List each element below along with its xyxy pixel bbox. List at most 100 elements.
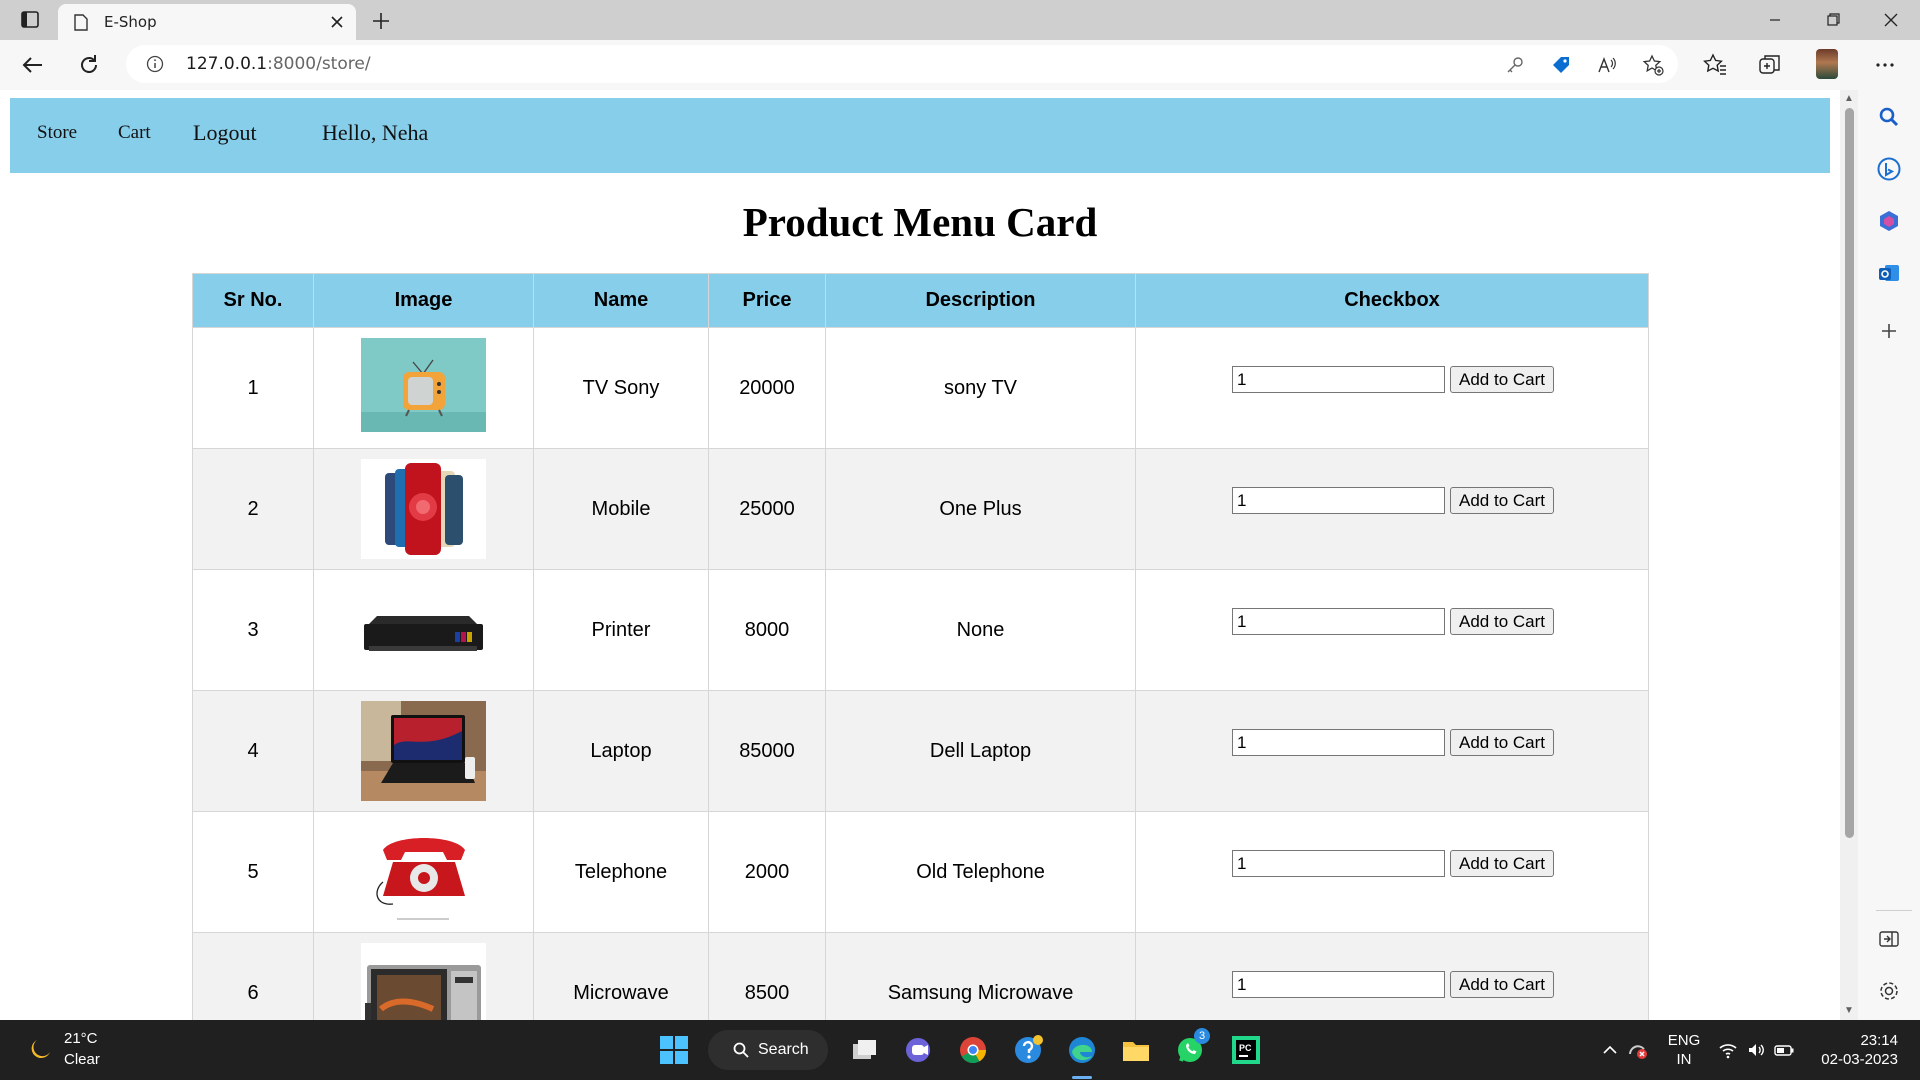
- system-clock[interactable]: 23:14 02-03-2023: [1812, 1031, 1898, 1069]
- defender-icon[interactable]: [1628, 1040, 1648, 1060]
- more-options-icon[interactable]: [1872, 52, 1898, 78]
- add-to-cart-button[interactable]: Add to Cart: [1450, 366, 1554, 393]
- whatsapp-icon[interactable]: 3: [1174, 1028, 1210, 1066]
- sidebar-divider: [1876, 910, 1912, 911]
- header-name: Name: [533, 273, 709, 328]
- coupon-tag-icon[interactable]: [1550, 54, 1572, 76]
- microwave-image: [361, 943, 486, 1020]
- nav-cart-link[interactable]: Cart: [118, 122, 151, 144]
- edge-sidebar: [1858, 90, 1920, 1020]
- add-favorite-icon[interactable]: [1642, 54, 1664, 76]
- tv-image: [361, 338, 486, 438]
- cell-image: [313, 448, 534, 570]
- laptop-image: [361, 701, 486, 801]
- quantity-input[interactable]: [1232, 487, 1445, 514]
- taskbar-search[interactable]: Search: [708, 1030, 828, 1070]
- page-scrollbar[interactable]: ▲ ▼: [1840, 90, 1858, 1020]
- telephone-image: [361, 822, 486, 922]
- help-icon[interactable]: [1012, 1034, 1044, 1066]
- file-explorer-icon[interactable]: [1120, 1034, 1152, 1066]
- header-description: Description: [825, 273, 1136, 328]
- hide-sidebar-icon[interactable]: [1876, 926, 1902, 952]
- key-icon[interactable]: [1504, 54, 1526, 76]
- tab-title: E-Shop: [104, 13, 157, 31]
- bing-chat-icon[interactable]: [1876, 156, 1902, 182]
- cell-name: Printer: [533, 569, 709, 691]
- add-icon[interactable]: [1876, 318, 1902, 344]
- chrome-icon[interactable]: [957, 1034, 989, 1066]
- restore-button[interactable]: [1818, 8, 1848, 32]
- cell-cart: Add to Cart: [1135, 811, 1649, 933]
- tab-eshop[interactable]: E-Shop: [58, 4, 356, 40]
- back-icon[interactable]: [20, 52, 46, 78]
- weather-temperature[interactable]: 21°C: [64, 1030, 98, 1047]
- table-row: 5 Telephone 2000 Old Telephone Add to Ca…: [192, 811, 1649, 933]
- quantity-input[interactable]: [1232, 729, 1445, 756]
- quantity-input[interactable]: [1232, 971, 1445, 998]
- mobile-image: [361, 459, 486, 559]
- windows-start-icon[interactable]: [658, 1034, 690, 1066]
- add-to-cart-button[interactable]: Add to Cart: [1450, 608, 1554, 635]
- scrollbar-thumb[interactable]: [1845, 108, 1854, 838]
- tab-actions-icon[interactable]: [16, 8, 44, 32]
- close-window-button[interactable]: [1876, 8, 1906, 32]
- cell-sr: 1: [192, 327, 314, 449]
- cell-name: TV Sony: [533, 327, 709, 449]
- address-bar[interactable]: 127.0.0.1:8000/store/: [126, 45, 1678, 83]
- read-aloud-icon[interactable]: [1596, 54, 1618, 76]
- pycharm-icon[interactable]: PC: [1230, 1034, 1262, 1066]
- scroll-down-icon[interactable]: ▼: [1844, 1006, 1854, 1016]
- cell-price: 20000: [708, 327, 826, 449]
- minimize-button[interactable]: [1760, 8, 1790, 32]
- info-icon[interactable]: [146, 55, 164, 73]
- moon-weather-icon[interactable]: [26, 1036, 52, 1062]
- refresh-icon[interactable]: [76, 52, 102, 78]
- cell-description: Samsung Microwave: [825, 932, 1136, 1020]
- add-to-cart-button[interactable]: Add to Cart: [1450, 487, 1554, 514]
- teams-chat-icon[interactable]: [902, 1034, 934, 1066]
- cell-name: Mobile: [533, 448, 709, 570]
- quantity-input[interactable]: [1232, 608, 1445, 635]
- url-text[interactable]: 127.0.0.1:8000/store/: [186, 54, 371, 74]
- search-icon[interactable]: [1876, 104, 1902, 130]
- office-icon[interactable]: [1876, 208, 1902, 234]
- volume-icon[interactable]: [1746, 1040, 1766, 1060]
- add-to-cart-button[interactable]: Add to Cart: [1450, 971, 1554, 998]
- cell-image: [313, 690, 534, 812]
- cell-sr: 2: [192, 448, 314, 570]
- page-title: Product Menu Card: [742, 199, 1098, 245]
- svg-text:PC: PC: [1239, 1043, 1252, 1053]
- printer-image: [361, 580, 486, 680]
- add-to-cart-button[interactable]: Add to Cart: [1450, 729, 1554, 756]
- outlook-icon[interactable]: [1876, 260, 1902, 286]
- header-price: Price: [708, 273, 826, 328]
- cell-description: Old Telephone: [825, 811, 1136, 933]
- wifi-icon[interactable]: [1718, 1040, 1738, 1060]
- cell-price: 85000: [708, 690, 826, 812]
- cell-name: Telephone: [533, 811, 709, 933]
- language-indicator[interactable]: ENG IN: [1666, 1031, 1702, 1069]
- cell-image: [313, 811, 534, 933]
- weather-condition[interactable]: Clear: [64, 1051, 100, 1068]
- profile-avatar[interactable]: [1816, 49, 1838, 79]
- task-view-icon[interactable]: [848, 1034, 880, 1066]
- cell-image: [313, 932, 534, 1020]
- close-icon[interactable]: [328, 13, 346, 31]
- quantity-input[interactable]: [1232, 366, 1445, 393]
- add-to-cart-button[interactable]: Add to Cart: [1450, 850, 1554, 877]
- nav-logout-link[interactable]: Logout: [193, 120, 257, 146]
- nav-store-link[interactable]: Store: [37, 122, 77, 144]
- collections-icon[interactable]: [1757, 52, 1783, 78]
- quantity-input[interactable]: [1232, 850, 1445, 877]
- chevron-up-icon[interactable]: [1600, 1040, 1620, 1060]
- windows-taskbar: 21°C Clear Search 3 PC ENG IN 23:14 02-0…: [0, 1020, 1920, 1080]
- cell-sr: 3: [192, 569, 314, 691]
- battery-icon[interactable]: [1774, 1040, 1794, 1060]
- new-tab-button[interactable]: [370, 10, 392, 32]
- scroll-up-icon[interactable]: ▲: [1844, 94, 1854, 104]
- cell-cart: Add to Cart: [1135, 327, 1649, 449]
- edge-browser-icon[interactable]: [1066, 1034, 1098, 1066]
- cell-cart: Add to Cart: [1135, 569, 1649, 691]
- settings-gear-icon[interactable]: [1876, 978, 1902, 1004]
- favorites-icon[interactable]: [1702, 52, 1728, 78]
